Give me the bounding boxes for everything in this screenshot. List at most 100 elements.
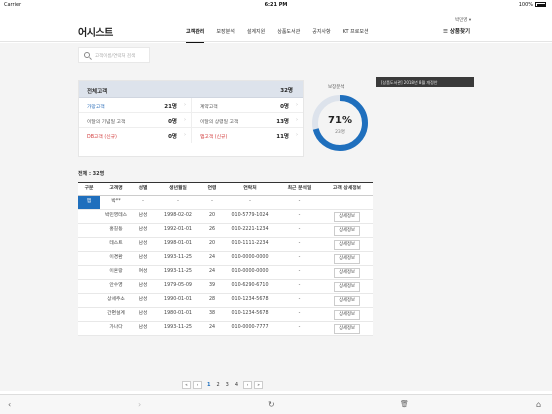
cell-last-analysis: -	[298, 199, 301, 204]
page-4[interactable]: 4	[235, 381, 238, 389]
detail-button[interactable]: 상세정보	[334, 310, 360, 320]
table-row[interactable]: 테스트 남성 1998-01-01 20 010-1111-2234 - 상세정보	[78, 238, 373, 252]
cell-age: 24	[208, 269, 216, 274]
chevron-right-icon: ›	[184, 102, 186, 108]
chevron-right-icon: ›	[296, 132, 298, 138]
summary-db-new[interactable]: DB고객 (신규) 0명 ›	[79, 128, 191, 143]
page-next-button[interactable]: ›	[243, 381, 253, 389]
page-1[interactable]: 1	[207, 381, 210, 389]
cell-name: 간편설계	[107, 311, 125, 316]
summary-row: 가망고객 21명 › 계약고객 0명 ›	[79, 98, 303, 113]
app-logo[interactable]: 어시스트	[78, 24, 113, 39]
cell-detail: 상세정보	[321, 266, 373, 279]
table-row[interactable]: 이경환 남성 1993-11-25 24 010-0000-0000 - 상세정보	[78, 252, 373, 266]
total-customers-count: 32명	[280, 88, 293, 94]
back-icon[interactable]: ‹	[8, 400, 11, 409]
detail-button[interactable]: 상세정보	[334, 254, 360, 264]
cell-type	[78, 252, 100, 265]
detail-button[interactable]: 상세정보	[334, 282, 360, 292]
summary-app-new[interactable]: 앱고객 (신규) 11명 ›	[191, 128, 303, 143]
customer-search-input[interactable]: 고객이름/연락처 검색	[78, 47, 150, 63]
cell-age: 39	[208, 283, 216, 288]
summary-anniversary[interactable]: 이달의 기념일 고객 0명 ›	[79, 113, 191, 127]
cell-phone: 010-0000-0000	[231, 255, 269, 260]
cell-birth: 1992-01-01	[164, 227, 192, 232]
notice-banner[interactable]: [상품도서관] 2018년 8월 개정안	[376, 77, 474, 87]
summary-label: DB고객 (신규)	[87, 135, 117, 140]
page-first-button[interactable]: «	[182, 381, 191, 389]
cell-birth: 1998-02-02	[164, 213, 192, 218]
table-row[interactable]: 간편설계 남성 1980-01-01 38 010-1234-5678 - 상세정보	[78, 308, 373, 322]
trash-icon[interactable]: 🗑	[400, 400, 409, 408]
cell-gender: 남성	[138, 213, 148, 218]
nav-kt-promotion[interactable]: KT 프로모션	[343, 28, 369, 43]
chevron-right-icon: ›	[184, 117, 186, 123]
summary-label: 이달의 기념일 고객	[87, 120, 126, 125]
cell-age: 38	[208, 311, 216, 316]
cell-last-analysis: -	[298, 325, 301, 330]
col-birth: 생년월일	[169, 186, 187, 191]
detail-button[interactable]: 상세정보	[334, 240, 360, 250]
top-header: 어시스트 박민영 ▾ 고객관리 보장분석 설계지원 상품도서관 공지사항 KT …	[0, 12, 552, 43]
table-row[interactable]: 가나다 남성 1993-11-25 24 010-0000-7777 - 상세정보	[78, 322, 373, 336]
page-3[interactable]: 3	[226, 381, 229, 389]
cell-name: 박민영테스	[104, 213, 128, 218]
summary-label: 가망고객	[87, 105, 105, 110]
page-2[interactable]: 2	[216, 381, 219, 389]
table-row[interactable]: 안수영 남성 1979-05-09 39 010-6290-6710 - 상세정보	[78, 280, 373, 294]
summary-row: 이달의 기념일 고객 0명 › 이달의 상령일 고객 13명 ›	[79, 113, 303, 128]
cell-last-analysis: -	[298, 283, 301, 288]
detail-button[interactable]: 상세정보	[334, 268, 360, 278]
table-row[interactable]: 박민영테스 남성 1998-02-02 20 010-5779-1024 - 상세정보	[78, 210, 373, 224]
cell-type	[78, 308, 100, 321]
pagination: « ‹ 1 2 3 4 › »	[182, 381, 265, 389]
cell-gender: 남성	[138, 241, 148, 246]
nav-notices[interactable]: 공지사항	[312, 28, 330, 43]
table-row[interactable]: 홍길동 남성 1992-01-01 26 010-2221-1234 - 상세정보	[78, 224, 373, 238]
chevron-right-icon: ›	[296, 102, 298, 108]
page-last-button[interactable]: »	[254, 381, 264, 389]
cell-detail: 상세정보	[321, 252, 373, 265]
user-menu[interactable]: 박민영 ▾	[455, 17, 471, 23]
summary-contracted[interactable]: 계약고객 0명 ›	[191, 98, 303, 112]
chevron-right-icon: ›	[184, 132, 186, 138]
nav-design-support[interactable]: 설계지원	[247, 28, 265, 43]
table-row[interactable]: 앱 박** - - - - -	[78, 196, 373, 210]
col-gender: 성별	[138, 186, 148, 191]
summary-total-row[interactable]: 전체고객 32명	[79, 81, 303, 98]
reload-icon[interactable]: ↻	[268, 400, 275, 409]
cell-name: 테스트	[109, 241, 123, 246]
browser-toolbar: ‹ › ↻ 🗑 ⌂	[0, 394, 552, 414]
table-header: 구분 고객명 성별 생년월일 연령 연락처 최근 분석일 고객 상세정보	[78, 182, 373, 196]
table-body: 앱 박** - - - - - 박민영테스 남성 1998-02-02 20 010-5779-102…	[78, 196, 373, 336]
cell-detail: 상세정보	[321, 308, 373, 321]
nav-customer-management[interactable]: 고객관리	[186, 28, 205, 43]
cell-birth: -	[177, 199, 179, 204]
analysis-title: 보장분석	[328, 85, 345, 90]
col-phone: 연락처	[243, 186, 257, 191]
cell-name: 상세주소	[107, 297, 125, 302]
detail-button[interactable]: 상세정보	[334, 212, 360, 222]
detail-button[interactable]: 상세정보	[334, 226, 360, 236]
nav-coverage-analysis[interactable]: 보장분석	[216, 28, 234, 43]
product-find-button[interactable]: ☰ 상품찾기	[443, 27, 470, 35]
detail-button[interactable]: 상세정보	[334, 324, 360, 334]
cell-birth: 1979-05-09	[164, 283, 192, 288]
cell-age: 20	[208, 241, 216, 246]
analysis-count: 23명	[335, 130, 345, 135]
cell-gender: -	[142, 199, 144, 204]
nav-product-library[interactable]: 상품도서관	[277, 28, 300, 43]
summary-age-change[interactable]: 이달의 상령일 고객 13명 ›	[191, 113, 303, 127]
table-row[interactable]: 이혼랑 여성 1993-11-25 24 010-0000-0000 - 상세정보	[78, 266, 373, 280]
analysis-donut[interactable]: 71% 23명	[310, 93, 370, 153]
cell-birth: 1993-11-25	[164, 255, 192, 260]
forward-icon[interactable]: ›	[138, 400, 141, 409]
main-nav: 고객관리 보장분석 설계지원 상품도서관 공지사항 KT 프로모션	[186, 28, 381, 43]
summary-label: 이달의 상령일 고객	[200, 120, 239, 125]
summary-prospect[interactable]: 가망고객 21명 ›	[79, 98, 191, 112]
table-row[interactable]: 상세주소 남성 1990-01-01 28 010-1234-5678 - 상세정보	[78, 294, 373, 308]
detail-button[interactable]: 상세정보	[334, 296, 360, 306]
home-icon[interactable]: ⌂	[536, 400, 541, 409]
cell-age: 24	[208, 325, 216, 330]
page-prev-button[interactable]: ‹	[193, 381, 202, 389]
